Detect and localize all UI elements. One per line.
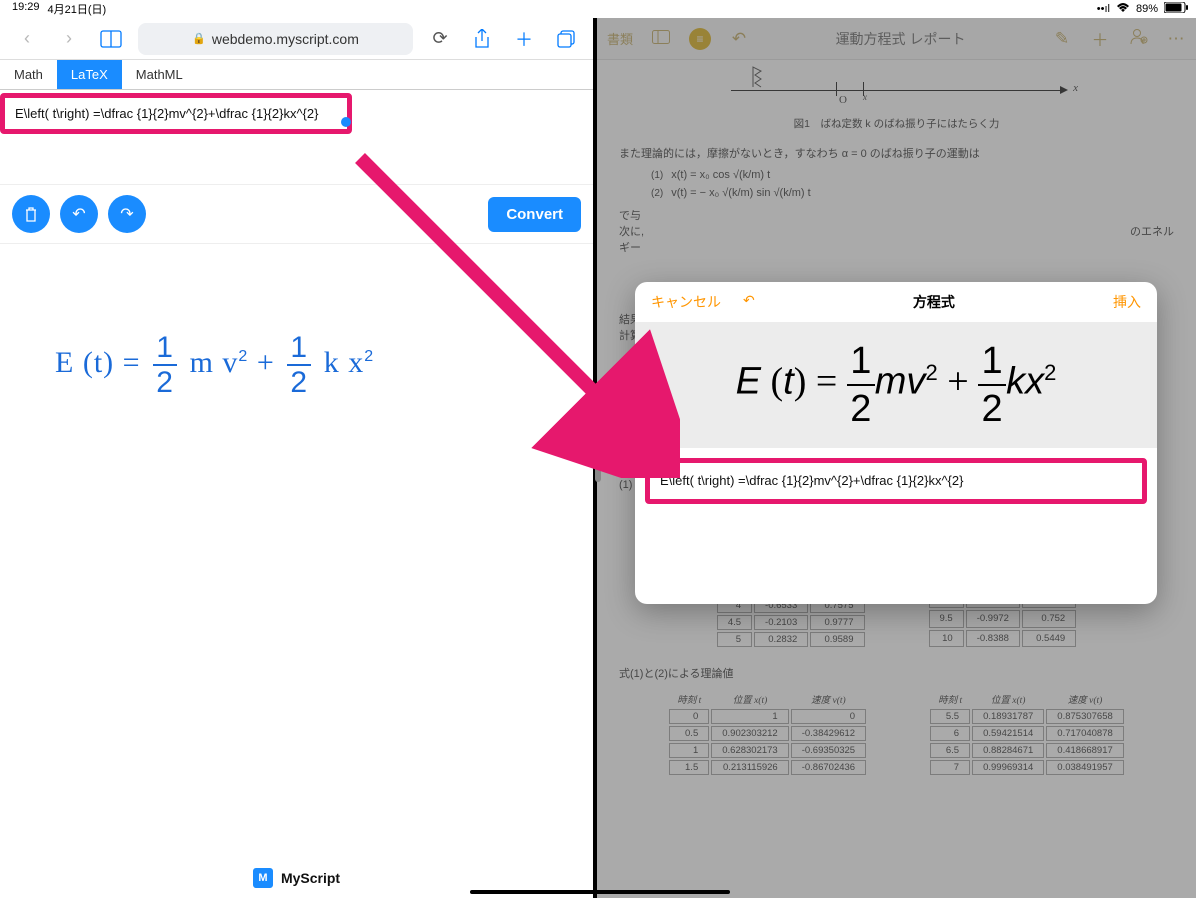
reload-button[interactable]: ⟳ <box>421 21 459 57</box>
selection-handle-icon[interactable] <box>341 117 351 127</box>
output-format-tabs: Math LaTeX MathML <box>0 60 593 90</box>
url-bar[interactable]: 🔒 webdemo.myscript.com <box>138 23 413 55</box>
pages-app: 書類 ≡ ↶ 運動方程式 レポート ✎ ＋ ⋯ x O x <box>597 18 1196 898</box>
myscript-logo-icon: M <box>253 868 273 888</box>
signal-icon: ••ıl <box>1097 3 1110 15</box>
status-bar: 19:29 4月21日(日) ••ıl 89% <box>0 0 1200 18</box>
battery-icon <box>1164 2 1188 16</box>
wifi-icon <box>1116 3 1130 16</box>
bookmarks-button[interactable] <box>92 21 130 57</box>
modal-toolbar: キャンセル ↶ 方程式 挿入 <box>635 282 1157 322</box>
latex-input-text: E\left( t\right) =\dfrac {1}{2}mv^{2}+\d… <box>660 473 963 488</box>
status-date: 4月21日(日) <box>48 1 107 17</box>
equation-preview: E (t) = 12mv2 + 12kx2 <box>635 322 1157 448</box>
handwriting-canvas[interactable]: E (t) = 12 m v2 + 12 k x2 <box>0 244 593 858</box>
safari-toolbar: ‹ › 🔒 webdemo.myscript.com ⟳ ＋ <box>0 18 593 60</box>
tabs-button[interactable] <box>547 21 585 57</box>
convert-button[interactable]: Convert <box>488 197 581 232</box>
forward-button[interactable]: › <box>50 21 88 57</box>
url-text: webdemo.myscript.com <box>212 31 359 47</box>
tab-mathml[interactable]: MathML <box>122 60 197 89</box>
tab-latex[interactable]: LaTeX <box>57 60 122 89</box>
redo-button[interactable]: ↷ <box>108 195 146 233</box>
delete-button[interactable] <box>12 195 50 233</box>
back-button[interactable]: ‹ <box>8 21 46 57</box>
latex-output-highlight: E\left( t\right) =\dfrac {1}{2}mv^{2}+\d… <box>0 93 352 134</box>
home-indicator[interactable] <box>470 890 730 894</box>
battery-percent: 89% <box>1136 3 1158 15</box>
latex-output[interactable]: E\left( t\right) =\dfrac {1}{2}mv^{2}+\d… <box>5 98 347 129</box>
lock-icon: 🔒 <box>192 32 206 45</box>
myscript-label: MyScript <box>281 870 340 886</box>
latex-output-text: E\left( t\right) =\dfrac {1}{2}mv^{2}+\d… <box>15 106 318 121</box>
cancel-button[interactable]: キャンセル <box>651 292 721 312</box>
action-bar: ↶ ↷ Convert <box>0 184 593 244</box>
split-handle-icon[interactable] <box>595 438 601 482</box>
modal-undo-icon[interactable]: ↶ <box>743 292 755 312</box>
latex-input[interactable]: E\left( t\right) =\dfrac {1}{2}mv^{2}+\d… <box>645 458 1147 504</box>
status-time: 19:29 <box>12 1 40 17</box>
insert-button[interactable]: 挿入 <box>1113 292 1141 312</box>
undo-button[interactable]: ↶ <box>60 195 98 233</box>
modal-title: 方程式 <box>913 292 955 312</box>
handwritten-equation: E (t) = 12 m v2 + 12 k x2 <box>55 334 374 396</box>
tab-math[interactable]: Math <box>0 60 57 89</box>
equation-modal: キャンセル ↶ 方程式 挿入 E (t) = 12mv2 + 12kx2 E\l… <box>635 282 1157 604</box>
safari-app: ‹ › 🔒 webdemo.myscript.com ⟳ ＋ Math LaTe… <box>0 18 597 898</box>
new-tab-button[interactable]: ＋ <box>505 21 543 57</box>
share-button[interactable] <box>463 21 501 57</box>
